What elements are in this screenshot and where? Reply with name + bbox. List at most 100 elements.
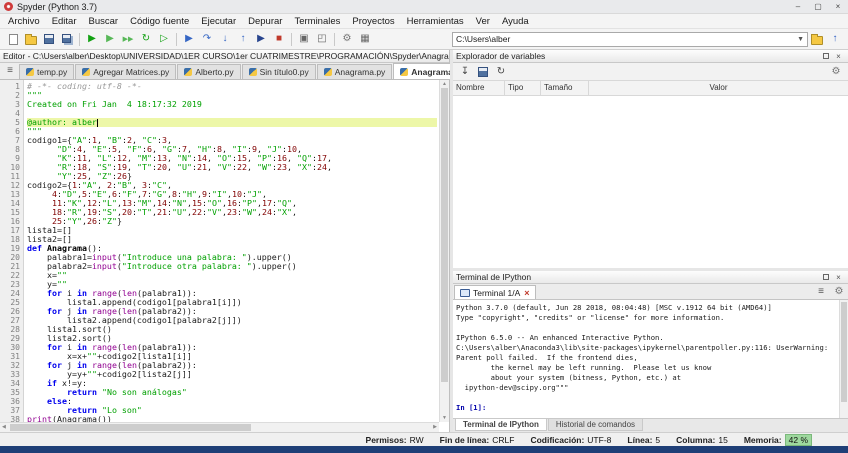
- window-controls: –▢×: [788, 0, 848, 13]
- step-into-icon[interactable]: ↓: [216, 30, 234, 48]
- working-directory-combobox[interactable]: C:\Users\alber ▼: [452, 32, 808, 47]
- editor-vertical-scrollbar[interactable]: ▲ ▼: [439, 80, 449, 422]
- console-scroll-thumb[interactable]: [841, 302, 847, 402]
- menu-terminales[interactable]: Terminales: [288, 15, 346, 28]
- import-data-icon[interactable]: ↧: [456, 63, 474, 81]
- menu-codigo-fuente[interactable]: Código fuente: [124, 15, 195, 28]
- line-number: 35: [0, 388, 20, 397]
- line-number: 11: [0, 172, 20, 181]
- console-line: ipython-dev@scipy.org""": [456, 383, 836, 393]
- run-cell-icon[interactable]: ▶: [101, 30, 119, 48]
- menu-archivo[interactable]: Archivo: [2, 15, 46, 28]
- run-cell-advance-icon[interactable]: ▶▶: [119, 30, 137, 48]
- console-line: Parent poll failed. If the frontend dies…: [456, 353, 836, 363]
- menu-depurar[interactable]: Depurar: [242, 15, 288, 28]
- console-options-icon[interactable]: ⚙: [830, 283, 848, 301]
- bottom-tab-terminal-de-ipython[interactable]: Terminal de IPython: [455, 419, 547, 431]
- console-tabbar: Terminal 1/A × ≡⚙: [453, 284, 848, 300]
- scroll-left-icon[interactable]: ◀: [2, 424, 6, 430]
- console-tab-terminal-1a[interactable]: Terminal 1/A ×: [454, 285, 536, 299]
- close-button[interactable]: ×: [828, 0, 848, 13]
- line-number: 7: [0, 136, 20, 145]
- fullscreen-icon[interactable]: ◰: [313, 30, 331, 48]
- terminal-icon: [460, 289, 470, 297]
- open-file-icon[interactable]: [22, 30, 40, 48]
- float-icon: [823, 274, 829, 280]
- line-number: 3: [0, 100, 20, 109]
- variable-table-body[interactable]: [453, 96, 848, 268]
- bottom-tab-historial-de-comandos[interactable]: Historial de comandos: [548, 419, 643, 431]
- column-header-valor[interactable]: Valor: [589, 81, 848, 95]
- rerun-cell-icon[interactable]: ↻: [137, 30, 155, 48]
- maximize-button[interactable]: ▢: [808, 0, 828, 13]
- refresh-variables-icon[interactable]: ↻: [492, 63, 510, 81]
- menu-ayuda[interactable]: Ayuda: [496, 15, 535, 28]
- step-out-icon[interactable]: ↑: [234, 30, 252, 48]
- save-icon[interactable]: [40, 30, 58, 48]
- browse-tabs-icon[interactable]: ≡: [1, 62, 19, 80]
- close-console-icon[interactable]: ×: [524, 288, 529, 298]
- menu-buscar[interactable]: Buscar: [83, 15, 125, 28]
- tab-temp-py[interactable]: temp.py: [19, 64, 74, 79]
- editor-tabbar-tabs: temp.pyAgregar Matrices.pyAlberto.pySin …: [19, 63, 487, 79]
- preferences-icon[interactable]: ⚙: [338, 30, 356, 48]
- python-file-icon: [400, 68, 408, 76]
- menu-ver[interactable]: Ver: [470, 15, 496, 28]
- debug-icon[interactable]: ▶: [180, 30, 198, 48]
- editor-vscroll-thumb[interactable]: [441, 88, 448, 382]
- scroll-up-icon[interactable]: ▲: [440, 81, 449, 87]
- windows-taskbar: [0, 446, 848, 453]
- line-number: 10: [0, 163, 20, 172]
- run-selection-icon[interactable]: ▷: [155, 30, 173, 48]
- scroll-down-icon[interactable]: ▼: [440, 415, 449, 421]
- editor-code-area[interactable]: 1234567891011121314151617181920212223242…: [0, 80, 449, 432]
- new-file-icon[interactable]: [4, 30, 22, 48]
- save-all-icon[interactable]: [58, 30, 76, 48]
- editor-horizontal-scrollbar[interactable]: ◀ ▶: [0, 422, 439, 432]
- code-lines[interactable]: # -*- coding: utf-8 -*-"""Created on Fri…: [24, 80, 449, 432]
- editor-hscroll-thumb[interactable]: [10, 424, 251, 431]
- panes-layout-icon[interactable]: ▦: [356, 30, 374, 48]
- column-header-tipo[interactable]: Tipo: [505, 81, 541, 95]
- tab-agregar-matrices-py[interactable]: Agregar Matrices.py: [75, 64, 176, 79]
- parent-directory-icon[interactable]: ↑: [826, 30, 844, 48]
- stop-debug-icon[interactable]: ■: [270, 30, 288, 48]
- console-line: Python 3.7.0 (default, Jun 28 2018, 08:0…: [456, 303, 836, 313]
- menu-herramientas[interactable]: Herramientas: [401, 15, 470, 28]
- minimize-button[interactable]: –: [788, 0, 808, 13]
- browse-working-directory-icon[interactable]: [808, 30, 826, 48]
- maximize-pane-icon[interactable]: ▣: [295, 30, 313, 48]
- ve-close-pane-icon[interactable]: ×: [832, 51, 845, 62]
- menu-editar[interactable]: Editar: [46, 15, 83, 28]
- line-number: 22: [0, 271, 20, 280]
- continue-debug-icon[interactable]: ▶: [252, 30, 270, 48]
- console-bottom-tabs: Terminal de IPythonHistorial de comandos: [453, 418, 848, 432]
- ipython-float-pane-icon[interactable]: [819, 272, 832, 283]
- console-menu-icon[interactable]: ≡: [812, 283, 830, 301]
- run-icon[interactable]: ▶: [83, 30, 101, 48]
- console-line: C:\Users\alber\Anaconda3\lib\site-packag…: [456, 343, 836, 353]
- line-number: 15: [0, 208, 20, 217]
- chevron-down-icon: ▼: [797, 36, 804, 43]
- editor-pane: Editor - C:\Users\alber\Desktop\UNIVERSI…: [0, 50, 450, 432]
- tab-sin-titulo0-py[interactable]: Sin título0.py: [242, 64, 316, 79]
- tab-alberto-py[interactable]: Alberto.py: [177, 64, 240, 79]
- console-scrollbar[interactable]: [839, 300, 848, 418]
- column-header-tamano[interactable]: Tamaño: [541, 81, 589, 95]
- console-output[interactable]: Python 3.7.0 (default, Jun 28 2018, 08:0…: [453, 300, 848, 418]
- console-line: IPython 6.5.0 -- An enhanced Interactive…: [456, 333, 836, 343]
- main-toolbar: ▶▶▶▶↻▷▶↷↓↑▶■▣◰⚙▦ C:\Users\alber ▼ ↑: [0, 29, 848, 50]
- column-header-nombre[interactable]: Nombre: [453, 81, 505, 95]
- save-data-icon[interactable]: [474, 63, 492, 81]
- menu-bar: ArchivoEditarBuscarCódigo fuenteEjecutar…: [0, 14, 848, 29]
- ipython-close-pane-icon[interactable]: ×: [832, 272, 845, 283]
- tab-anagrama-py[interactable]: Anagrama.py: [317, 64, 393, 79]
- variable-explorer-options-icon[interactable]: ⚙: [827, 63, 845, 81]
- step-over-icon[interactable]: ↷: [198, 30, 216, 48]
- menu-proyectos[interactable]: Proyectos: [346, 15, 400, 28]
- status-fin-de-linea: Fin de línea:CRLF: [440, 435, 515, 445]
- ve-float-pane-icon[interactable]: [819, 51, 832, 62]
- scroll-right-icon[interactable]: ▶: [433, 424, 437, 430]
- right-column: Explorador de variables × ↧↻ ⚙ NombreTip…: [453, 50, 848, 432]
- menu-ejecutar[interactable]: Ejecutar: [195, 15, 242, 28]
